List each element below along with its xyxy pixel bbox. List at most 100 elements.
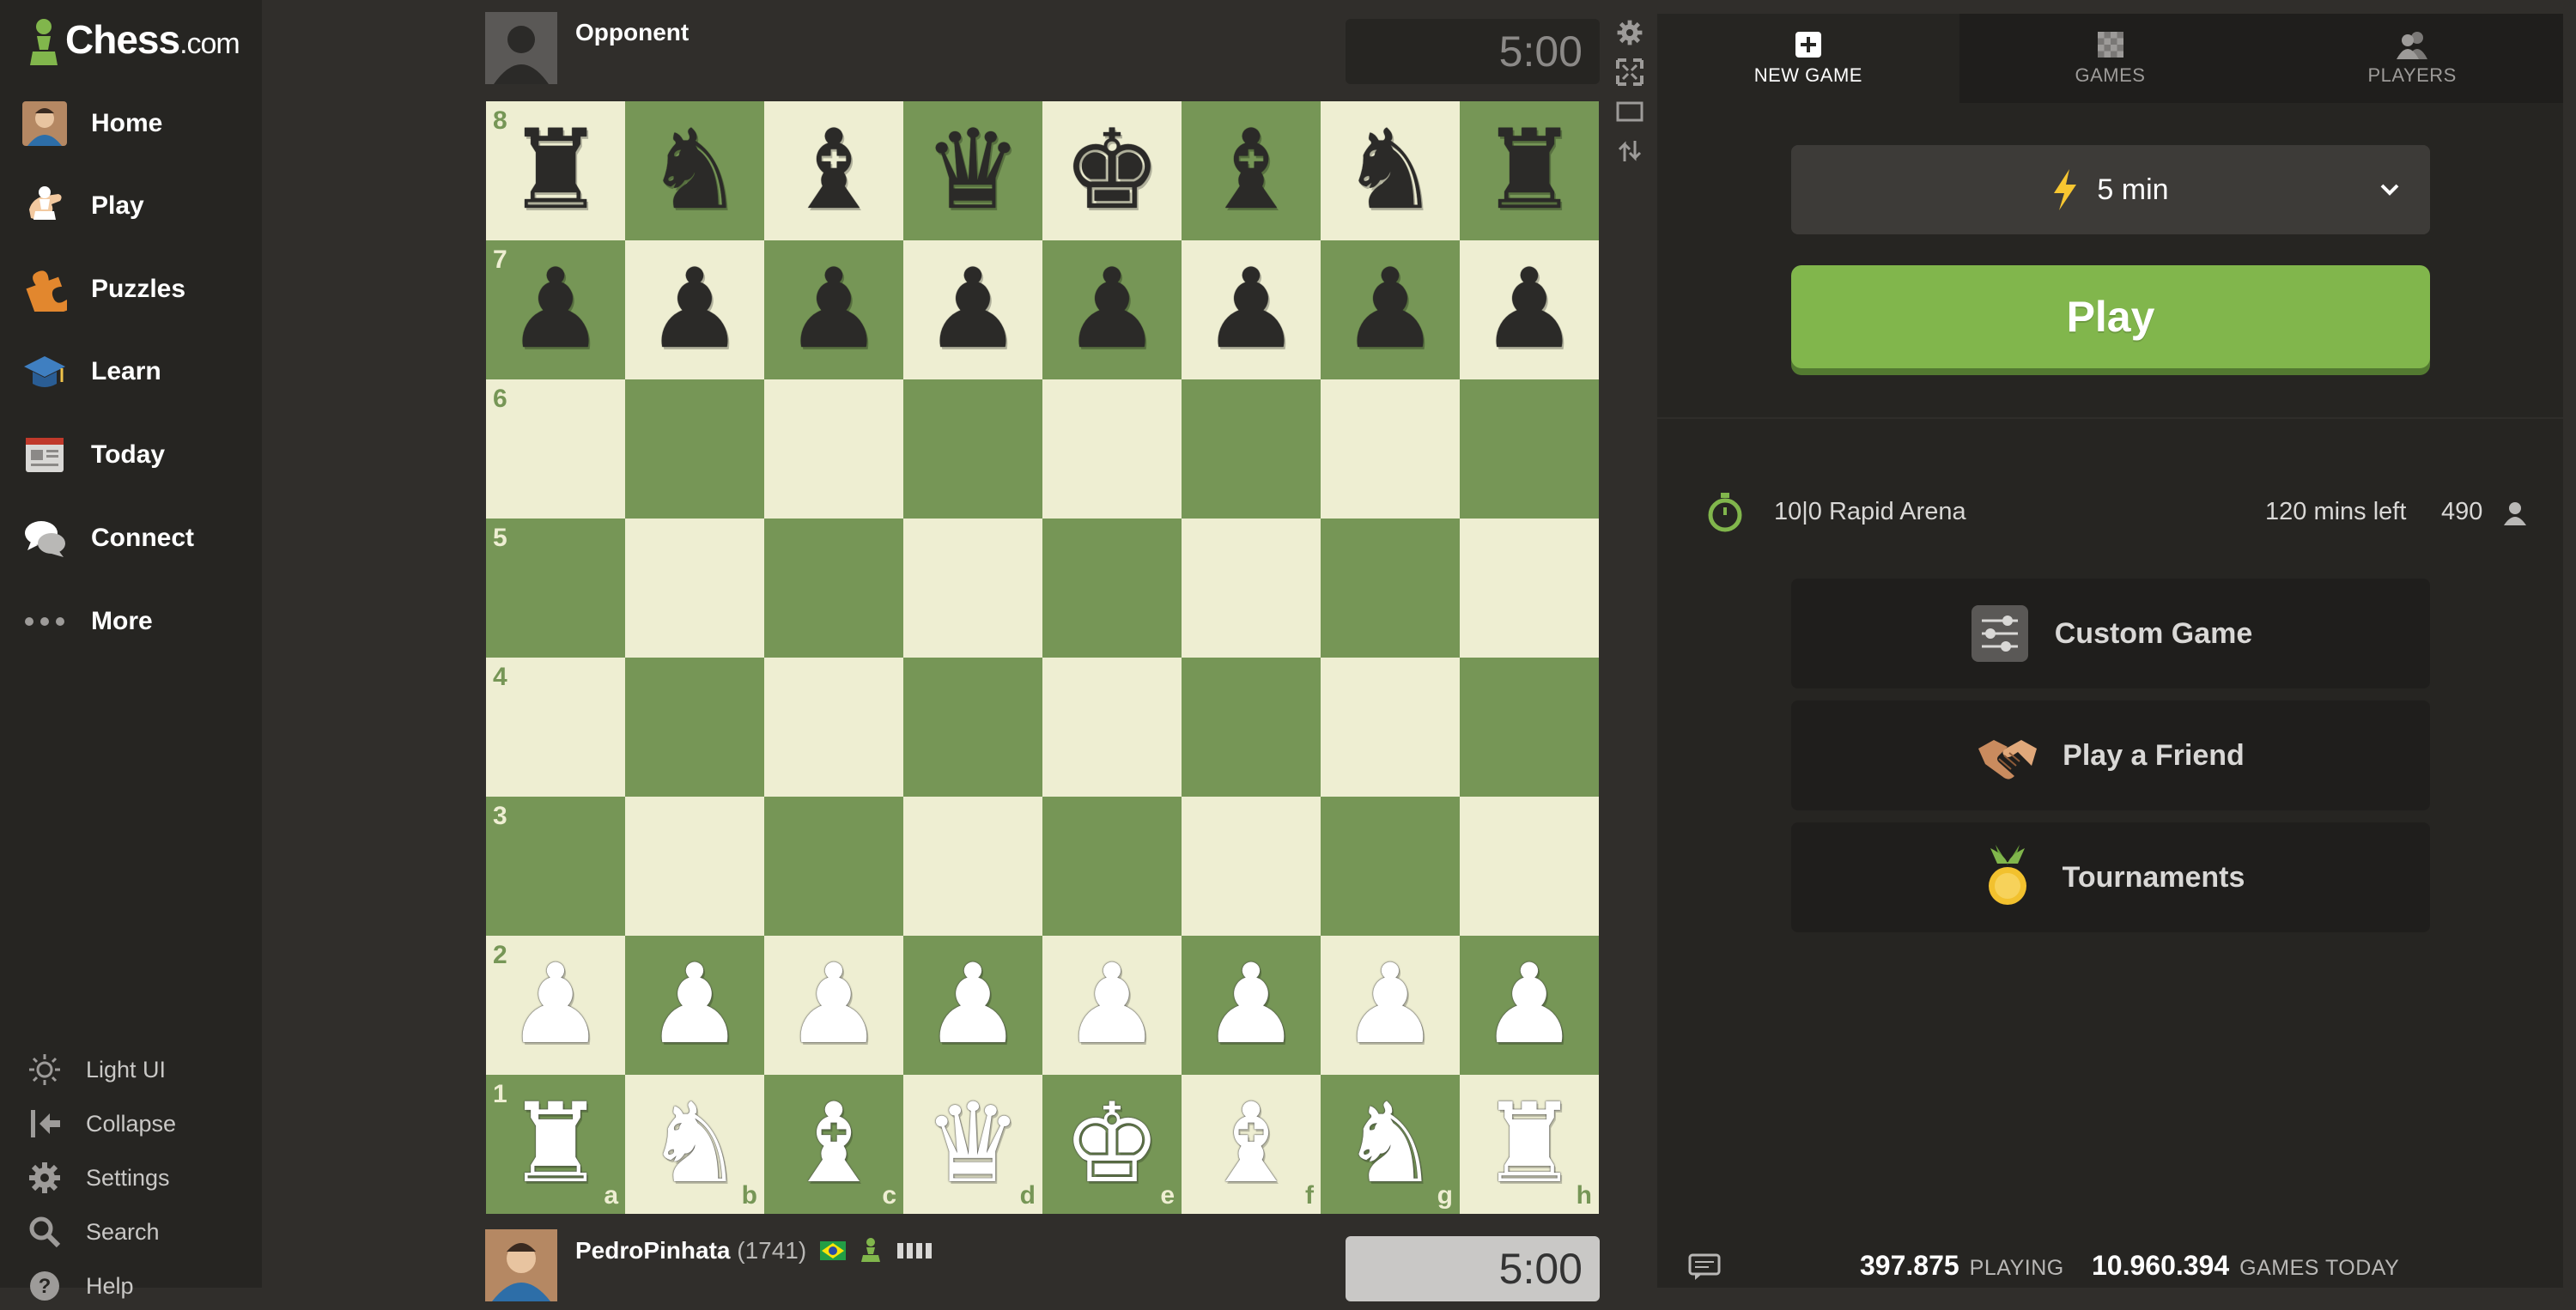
board-square[interactable]: 5 (486, 519, 625, 658)
sidebar-item-today[interactable]: Today (21, 421, 252, 489)
sidebar-item-learn[interactable]: Learn (21, 337, 252, 406)
board-square[interactable]: ♟ (764, 240, 903, 379)
collapse-button[interactable]: Collapse (26, 1100, 249, 1148)
opponent-avatar[interactable] (485, 12, 557, 84)
board-square[interactable] (1321, 658, 1460, 797)
play-button[interactable]: Play (1791, 265, 2430, 368)
white-pawn-icon[interactable]: ♟ (924, 950, 1023, 1060)
board-square[interactable] (1460, 519, 1599, 658)
board-square[interactable]: f ♝ (1182, 1075, 1321, 1214)
board-square[interactable] (1042, 519, 1182, 658)
white-pawn-icon[interactable]: ♟ (507, 950, 605, 1060)
board-square[interactable]: 3 (486, 797, 625, 936)
black-knight-icon[interactable]: ♞ (646, 116, 744, 226)
chesscom-logo[interactable]: Chess.com (26, 7, 240, 72)
opponent-name[interactable]: Opponent (575, 19, 689, 46)
black-king-icon[interactable]: ♚ (1063, 116, 1162, 226)
board-square[interactable]: ♟ (1182, 936, 1321, 1075)
board-square[interactable] (1182, 379, 1321, 519)
white-bishop-icon[interactable]: ♝ (1202, 1089, 1301, 1199)
board-settings-button[interactable] (1613, 15, 1647, 50)
board-square[interactable]: 8 ♜ (486, 101, 625, 240)
tab-players[interactable]: PLAYERS (2261, 14, 2564, 103)
black-pawn-icon[interactable]: ♟ (1480, 255, 1579, 365)
board-square[interactable]: ♟ (625, 936, 764, 1075)
board-square[interactable] (1182, 797, 1321, 936)
board-square[interactable] (1460, 379, 1599, 519)
board-square[interactable] (764, 379, 903, 519)
sidebar-item-home[interactable]: Home (21, 89, 252, 158)
white-pawn-icon[interactable]: ♟ (1063, 950, 1162, 1060)
black-rook-icon[interactable]: ♜ (1480, 116, 1579, 226)
white-bishop-icon[interactable]: ♝ (785, 1089, 884, 1199)
board-square[interactable]: ♟ (625, 240, 764, 379)
board-square[interactable]: e ♚ (1042, 1075, 1182, 1214)
white-rook-icon[interactable]: ♜ (507, 1089, 605, 1199)
board-square[interactable]: ♝ (764, 101, 903, 240)
board-square[interactable]: c ♝ (764, 1075, 903, 1214)
board-square[interactable]: ♚ (1042, 101, 1182, 240)
board-square[interactable]: ♟ (1460, 240, 1599, 379)
white-pawn-icon[interactable]: ♟ (1202, 950, 1301, 1060)
tab-games[interactable]: GAMES (1959, 14, 2262, 103)
player-name[interactable]: PedroPinhata (1741) (575, 1236, 935, 1268)
time-control-select[interactable]: 5 min (1791, 145, 2430, 234)
board-square[interactable]: d ♛ (903, 1075, 1042, 1214)
board-square[interactable]: ♛ (903, 101, 1042, 240)
board-square[interactable] (1042, 797, 1182, 936)
board-square[interactable]: h ♜ (1460, 1075, 1599, 1214)
board-square[interactable]: ♝ (1182, 101, 1321, 240)
help-link[interactable]: ? Help (26, 1262, 249, 1310)
board-square[interactable] (1460, 658, 1599, 797)
chessboard[interactable]: 8 ♜ ♞ ♝ ♛ ♚ ♝ ♞ ♜ 7 ♟ ♟ ♟ ♟ ♟ ♟ ♟ ♟ 6 5 4 3 2 ♟ ♟ ♟ ♟ ♟ ♟ ♟ ♟ 1 a ♜ b ♞ c ♝ d ♛… (486, 101, 1599, 1214)
board-square[interactable]: ♟ (764, 936, 903, 1075)
board-square[interactable] (1321, 519, 1460, 658)
white-knight-icon[interactable]: ♞ (1341, 1089, 1440, 1199)
board-square[interactable]: 2 ♟ (486, 936, 625, 1075)
tournaments-button[interactable]: Tournaments (1791, 822, 2430, 932)
fullscreen-button[interactable] (1613, 55, 1647, 89)
board-square[interactable]: 1 a ♜ (486, 1075, 625, 1214)
board-square[interactable] (625, 379, 764, 519)
custom-game-button[interactable]: Custom Game (1791, 579, 2430, 688)
black-bishop-icon[interactable]: ♝ (785, 116, 884, 226)
white-rook-icon[interactable]: ♜ (1480, 1089, 1579, 1199)
board-square[interactable] (1042, 658, 1182, 797)
black-bishop-icon[interactable]: ♝ (1202, 116, 1301, 226)
sidebar-item-play[interactable]: Play (21, 172, 252, 240)
search-link[interactable]: Search (26, 1208, 249, 1256)
board-square[interactable] (1460, 797, 1599, 936)
board-square[interactable] (764, 658, 903, 797)
white-king-icon[interactable]: ♚ (1063, 1089, 1162, 1199)
board-square[interactable]: ♟ (1321, 936, 1460, 1075)
board-square[interactable] (903, 797, 1042, 936)
board-square[interactable]: ♜ (1460, 101, 1599, 240)
board-square[interactable] (1182, 519, 1321, 658)
sidebar-item-puzzles[interactable]: Puzzles (21, 255, 252, 324)
sidebar-item-more[interactable]: More (21, 587, 252, 656)
board-square[interactable] (903, 658, 1042, 797)
white-pawn-icon[interactable]: ♟ (1480, 950, 1579, 1060)
board-square[interactable] (625, 797, 764, 936)
board-square[interactable]: g ♞ (1321, 1075, 1460, 1214)
board-square[interactable]: ♟ (1321, 240, 1460, 379)
black-pawn-icon[interactable]: ♟ (1341, 255, 1440, 365)
board-square[interactable] (764, 519, 903, 658)
board-square[interactable] (1042, 379, 1182, 519)
board-square[interactable] (625, 658, 764, 797)
board-square[interactable] (1321, 379, 1460, 519)
board-square[interactable]: 7 ♟ (486, 240, 625, 379)
arena-row[interactable]: 10|0 Rapid Arena 120 mins left 490 (1657, 477, 2563, 546)
tab-new-game[interactable]: NEW GAME (1657, 14, 1959, 103)
white-knight-icon[interactable]: ♞ (646, 1089, 744, 1199)
board-square[interactable] (764, 797, 903, 936)
black-pawn-icon[interactable]: ♟ (785, 255, 884, 365)
board-square[interactable]: ♟ (1042, 936, 1182, 1075)
board-square[interactable] (1182, 658, 1321, 797)
black-pawn-icon[interactable]: ♟ (1063, 255, 1162, 365)
play-a-friend-button[interactable]: Play a Friend (1791, 700, 2430, 810)
board-square[interactable] (1321, 797, 1460, 936)
board-square[interactable]: ♞ (625, 101, 764, 240)
black-pawn-icon[interactable]: ♟ (646, 255, 744, 365)
board-square[interactable]: ♟ (903, 936, 1042, 1075)
